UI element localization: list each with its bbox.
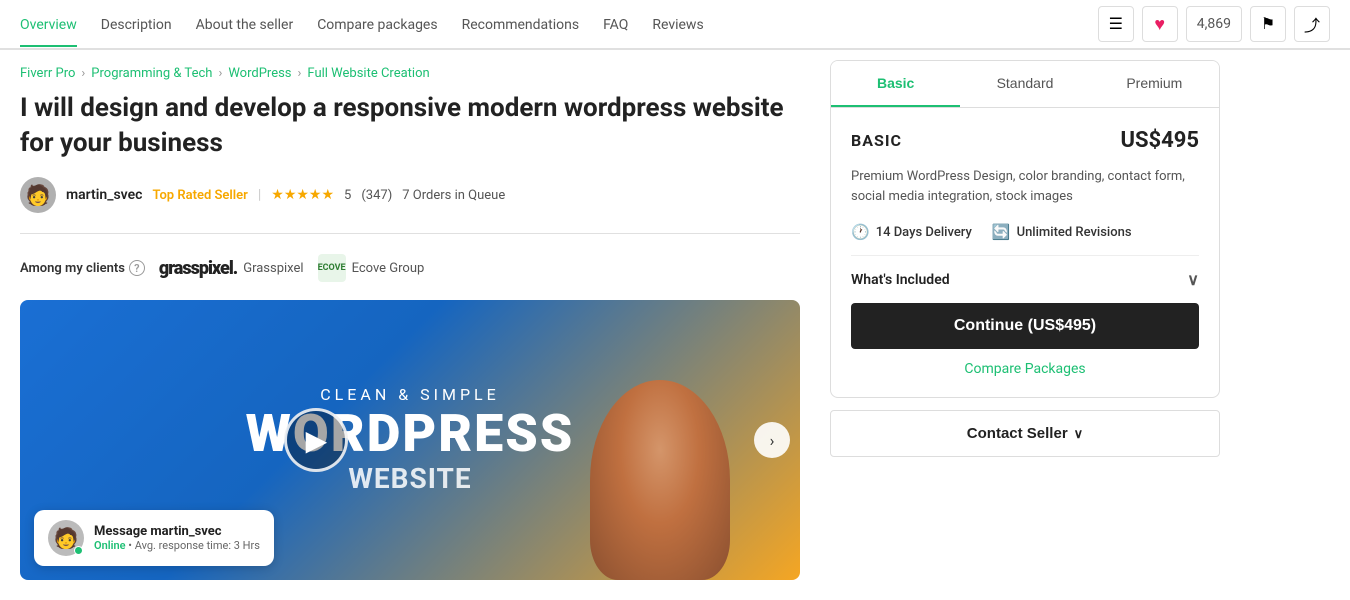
package-description: Premium WordPress Design, color branding… [851,167,1199,207]
client-ecove: ECOVE Ecove Group [318,254,425,282]
person-head [590,380,730,580]
nav-overview[interactable]: Overview [20,1,77,47]
page-title: I will design and develop a responsive m… [20,91,800,161]
menu-button[interactable]: ☰ [1098,6,1134,42]
package-tabs: Basic Standard Premium [831,61,1219,108]
bubble-text: Message martin_svec Online • Avg. respon… [94,524,260,552]
package-meta: 🕐 14 Days Delivery 🔄 Unlimited Revisions [851,223,1199,241]
package-body: BASIC US$495 Premium WordPress Design, c… [831,108,1219,397]
video-subtitle: CLEAN & SIMPLE [320,385,500,404]
tab-basic[interactable]: Basic [831,61,960,107]
favorites-count: 4,869 [1186,6,1242,42]
help-icon[interactable]: ? [129,260,145,276]
nav-faq[interactable]: FAQ [603,1,628,47]
nav-compare-packages[interactable]: Compare packages [317,1,437,47]
bubble-name: Message martin_svec [94,524,260,539]
rating-value: 5 [344,188,351,203]
clients-row: Among my clients ? grasspixel. Grasspixe… [20,254,800,282]
delivery-info: 🕐 14 Days Delivery [851,223,972,241]
revisions-label: Unlimited Revisions [1017,225,1132,240]
delivery-label: 14 Days Delivery [876,225,972,240]
client-grasspixel: grasspixel. Grasspixel [159,258,304,279]
nav-actions: ☰ ♥ 4,869 ⚑ ⤴ [1098,6,1330,42]
next-arrow[interactable]: › [754,422,790,458]
right-column: Basic Standard Premium BASIC US$495 Prem… [830,50,1220,580]
grasspixel-logo: grasspixel. [159,258,237,279]
compare-packages-link[interactable]: Compare Packages [851,361,1199,377]
package-price: US$495 [1120,128,1199,153]
online-status: Online [94,539,126,552]
heart-button[interactable]: ♥ [1142,6,1178,42]
breadcrumb: Fiverr Pro › Programming & Tech › WordPr… [20,50,800,91]
tab-premium[interactable]: Premium [1090,61,1219,107]
play-button[interactable]: ▶ [284,408,348,472]
nav-description[interactable]: Description [101,1,172,47]
message-bubble[interactable]: 🧑 Message martin_svec Online • Avg. resp… [34,510,274,566]
ecove-name: Ecove Group [352,261,425,276]
breadcrumb-sep-3: › [298,66,302,81]
grasspixel-name: Grasspixel [243,261,303,276]
top-rated-badge: Top Rated Seller [152,188,247,203]
breadcrumb-sep-2: › [218,66,222,81]
flag-button[interactable]: ⚑ [1250,6,1286,42]
seller-name[interactable]: martin_svec [66,187,142,203]
whats-included-label: What's Included [851,272,950,288]
chevron-down-icon-contact: ∨ [1074,426,1084,442]
contact-seller-label: Contact Seller [967,425,1068,442]
package-name: BASIC [851,131,902,150]
left-column: Fiverr Pro › Programming & Tech › WordPr… [20,50,800,580]
whats-included-row[interactable]: What's Included ∨ [851,255,1199,303]
nav-reviews[interactable]: Reviews [652,1,703,47]
star-rating: ★★★★★ [271,187,334,203]
package-panel: Basic Standard Premium BASIC US$495 Prem… [830,60,1220,398]
avatar: 🧑 [20,177,56,213]
tab-standard[interactable]: Standard [960,61,1089,107]
nav-links: Overview Description About the seller Co… [20,1,1098,47]
online-dot [74,546,83,555]
ecove-logo-box: ECOVE [318,254,346,282]
revisions-info: 🔄 Unlimited Revisions [992,223,1132,241]
breadcrumb-wordpress[interactable]: WordPress [228,66,291,81]
breadcrumb-fiverr-pro[interactable]: Fiverr Pro [20,66,75,81]
chevron-down-icon: ∨ [1187,270,1199,289]
review-count: (347) [361,188,392,203]
breadcrumb-programming-tech[interactable]: Programming & Tech [91,66,212,81]
contact-seller-button[interactable]: Contact Seller ∨ [830,410,1220,457]
continue-button[interactable]: Continue (US$495) [851,303,1199,349]
clients-label: Among my clients ? [20,260,145,276]
response-time: Avg. response time: 3 Hrs [135,539,260,552]
clock-icon: 🕐 [851,223,870,241]
video-container: CLEAN & SIMPLE WORDPRESS WEBSITE ▶ › 🧑 M… [20,300,800,580]
seller-row: 🧑 martin_svec Top Rated Seller | ★★★★★ 5… [20,177,800,234]
video-subtitle2: WEBSITE [348,462,471,495]
share-button[interactable]: ⤴ [1294,6,1330,42]
orders-queue: 7 Orders in Queue [402,188,505,203]
nav-recommendations[interactable]: Recommendations [462,1,580,47]
nav-about-seller[interactable]: About the seller [196,1,294,47]
main-content: Fiverr Pro › Programming & Tech › WordPr… [0,50,1350,580]
bubble-status: Online • Avg. response time: 3 Hrs [94,539,260,552]
navigation: Overview Description About the seller Co… [0,0,1350,50]
separator-1: | [258,187,261,203]
video-person [570,340,750,580]
bubble-avatar: 🧑 [48,520,84,556]
revisions-icon: 🔄 [992,223,1011,241]
package-header: BASIC US$495 [851,128,1199,153]
breadcrumb-sep-1: › [81,66,85,81]
breadcrumb-full-website[interactable]: Full Website Creation [307,66,429,81]
